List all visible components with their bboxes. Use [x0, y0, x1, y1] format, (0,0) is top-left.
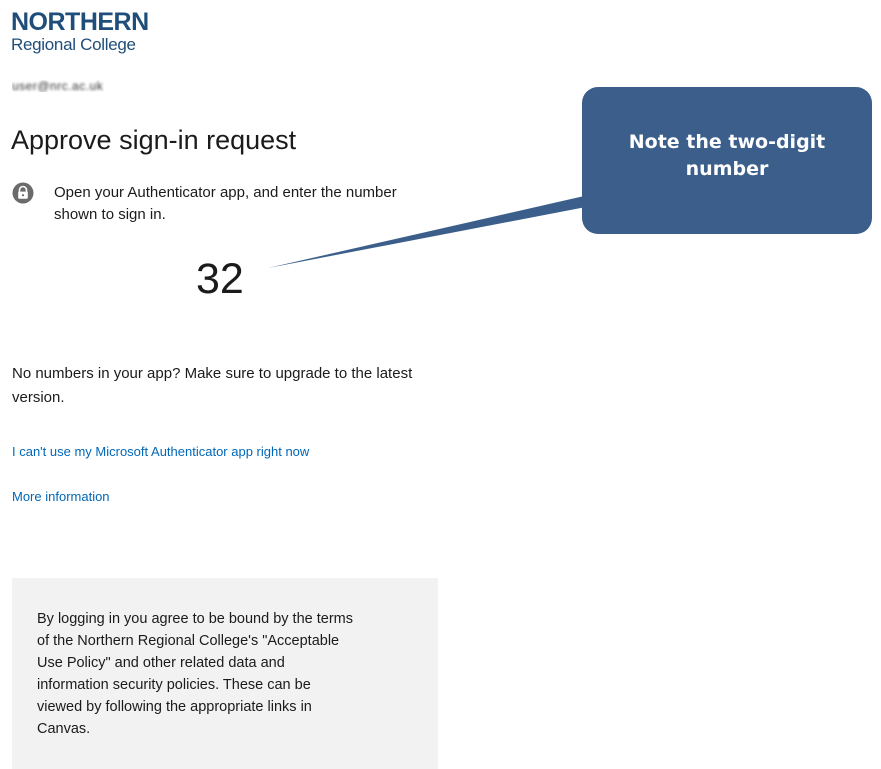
policy-text: By logging in you agree to be bound by t…: [37, 611, 353, 737]
college-logo: NORTHERN Regional College: [11, 8, 149, 54]
verification-number: 32: [196, 255, 244, 303]
page-title: Approve sign-in request: [11, 125, 297, 155]
callout-text: Note the two-digit number: [628, 131, 826, 180]
more-information-link[interactable]: More information: [12, 489, 110, 504]
signin-page: NORTHERN Regional College user@nrc.ac.uk…: [0, 0, 881, 769]
instruction-row: Open your Authenticator app, and enter t…: [12, 182, 432, 226]
instruction-text: Open your Authenticator app, and enter t…: [54, 184, 397, 223]
upgrade-notice: No numbers in your app? Make sure to upg…: [12, 365, 413, 406]
logo-line2: Regional College: [11, 35, 136, 54]
cant-use-authenticator-link[interactable]: I can't use my Microsoft Authenticator a…: [12, 444, 309, 459]
policy-footer: By logging in you agree to be bound by t…: [12, 578, 438, 769]
account-identifier-text: user@nrc.ac.uk: [12, 80, 104, 92]
account-identifier: user@nrc.ac.uk: [12, 80, 190, 92]
annotation-callout: Note the two-digit number: [582, 87, 872, 234]
lock-icon: [12, 182, 34, 204]
logo-line1: NORTHERN: [11, 8, 149, 36]
